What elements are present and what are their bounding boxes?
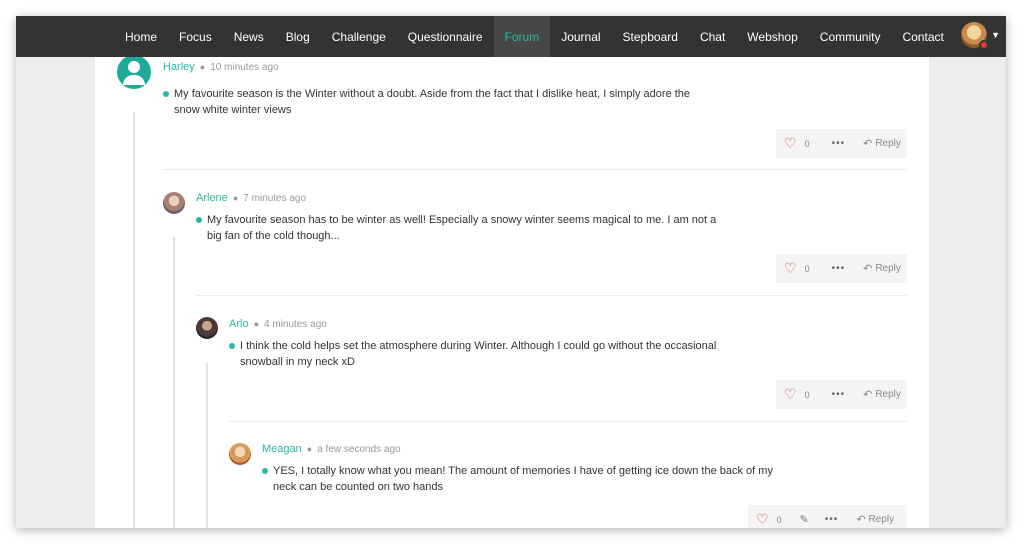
nav-menu: Home Focus News Blog Challenge Questionn… (114, 16, 955, 57)
thread-line-level2 (173, 237, 175, 528)
reply-label: Reply (868, 514, 895, 525)
comment-text-line: snowball in my neck xD (240, 356, 355, 368)
avatar[interactable] (163, 192, 185, 214)
pencil-icon[interactable]: ✎ (800, 513, 809, 526)
user-menu[interactable]: ▼ (961, 22, 1000, 50)
comment-author-line: Arlene ● 7 minutes ago (196, 192, 306, 204)
bullet-icon (196, 217, 202, 223)
heart-icon[interactable]: ♡ (756, 511, 769, 528)
nav-item-home[interactable]: Home (114, 16, 168, 57)
comment-author[interactable]: Harley (163, 61, 195, 73)
thread-line-level3 (206, 363, 208, 528)
nav-item-blog[interactable]: Blog (275, 16, 321, 57)
comment-divider (229, 421, 907, 422)
more-icon[interactable]: ••• (832, 389, 846, 400)
more-icon[interactable]: ••• (825, 514, 839, 525)
thread-line-level1 (133, 112, 135, 528)
avatar[interactable] (229, 443, 251, 465)
nav-item-chat[interactable]: Chat (689, 16, 736, 57)
comment-time: 7 minutes ago (243, 193, 307, 204)
comment-time: a few seconds ago (317, 444, 401, 455)
app-window: Home Focus News Blog Challenge Questionn… (16, 16, 1006, 528)
nav-item-forum[interactable]: Forum (493, 16, 551, 57)
nav-item-focus[interactable]: Focus (168, 16, 223, 57)
comment-actions: ♡ 0 ••• ↶ Reply (776, 380, 907, 409)
reply-button[interactable]: ↶ Reply (856, 513, 894, 526)
comment-text-line: neck can be counted on two hands (273, 481, 444, 493)
heart-icon[interactable]: ♡ (784, 386, 797, 403)
more-icon[interactable]: ••• (832, 263, 846, 274)
nav-item-news[interactable]: News (223, 16, 275, 57)
bullet-icon (229, 343, 235, 349)
bullet-icon (163, 91, 169, 97)
heart-icon[interactable]: ♡ (784, 260, 797, 277)
status-indicator (979, 40, 990, 50)
comment-author-line: Harley ● 10 minutes ago (163, 61, 279, 73)
comment-actions: ♡ 0 ••• ↶ Reply (776, 254, 907, 283)
like-count: 0 (804, 263, 810, 274)
nav-item-contact[interactable]: Contact (891, 16, 954, 57)
bullet-icon (262, 468, 268, 474)
more-icon[interactable]: ••• (832, 138, 846, 149)
reply-button[interactable]: ↶ Reply (863, 262, 901, 275)
comment-time: 10 minutes ago (210, 62, 279, 73)
heart-icon[interactable]: ♡ (784, 135, 797, 152)
reply-label: Reply (875, 263, 901, 274)
reply-label: Reply (875, 389, 901, 400)
reply-button[interactable]: ↶ Reply (863, 137, 901, 150)
comment-author[interactable]: Meagan (262, 443, 302, 455)
nav-item-challenge[interactable]: Challenge (321, 16, 397, 57)
comment-text-line: YES, I totally know what you mean! The a… (273, 465, 773, 477)
reply-icon: ↶ (863, 263, 873, 275)
top-navbar: Home Focus News Blog Challenge Questionn… (16, 16, 1006, 57)
user-avatar[interactable] (961, 22, 990, 50)
separator-dot: ● (306, 444, 313, 454)
nav-item-webshop[interactable]: Webshop (736, 16, 808, 57)
reply-button[interactable]: ↶ Reply (863, 388, 901, 401)
comment-divider (196, 295, 907, 296)
reply-icon: ↶ (863, 138, 873, 150)
comment-text-line: I think the cold helps set the atmospher… (240, 340, 717, 352)
comment-author-line: Arlo ● 4 minutes ago (229, 318, 327, 330)
comment-text: I think the cold helps set the atmospher… (240, 338, 780, 370)
comment-actions: ♡ 0 ✎ ••• ↶ Reply (748, 505, 907, 528)
chevron-down-icon[interactable]: ▼ (991, 30, 1000, 40)
comment-author-line: Meagan ● a few seconds ago (262, 443, 401, 455)
avatar[interactable] (196, 317, 218, 339)
reply-label: Reply (875, 138, 901, 149)
like-count: 0 (804, 138, 810, 149)
comment-text: YES, I totally know what you mean! The a… (273, 463, 813, 495)
separator-dot: ● (199, 62, 206, 72)
reply-icon: ↶ (856, 514, 866, 526)
nav-item-questionnaire[interactable]: Questionnaire (397, 16, 494, 57)
comment-divider (163, 169, 907, 170)
like-count: 0 (776, 514, 782, 525)
comment-text-line: big fan of the cold though... (207, 230, 340, 242)
comment-text-line: My favourite season is the Winter withou… (174, 88, 691, 100)
comment-time: 4 minutes ago (264, 319, 327, 330)
comment-actions: ♡ 0 ••• ↶ Reply (776, 129, 907, 158)
reply-icon: ↶ (863, 389, 873, 401)
comment-author[interactable]: Arlene (196, 192, 228, 204)
separator-dot: ● (253, 319, 259, 329)
nav-item-community[interactable]: Community (809, 16, 892, 57)
avatar[interactable] (117, 57, 151, 89)
forum-thread: Harley ● 10 minutes ago My favourite seaso… (95, 57, 929, 528)
comment-text-line: My favourite season has to be winter as … (207, 214, 717, 226)
comment-text: My favourite season has to be winter as … (207, 212, 747, 244)
nav-item-journal[interactable]: Journal (550, 16, 611, 57)
comment-text: My favourite season is the Winter withou… (174, 86, 734, 118)
comment-author[interactable]: Arlo (229, 318, 249, 330)
nav-item-stepboard[interactable]: Stepboard (612, 16, 689, 57)
separator-dot: ● (232, 193, 239, 203)
like-count: 0 (804, 389, 810, 400)
comment-text-line: snow white winter views (174, 104, 292, 116)
